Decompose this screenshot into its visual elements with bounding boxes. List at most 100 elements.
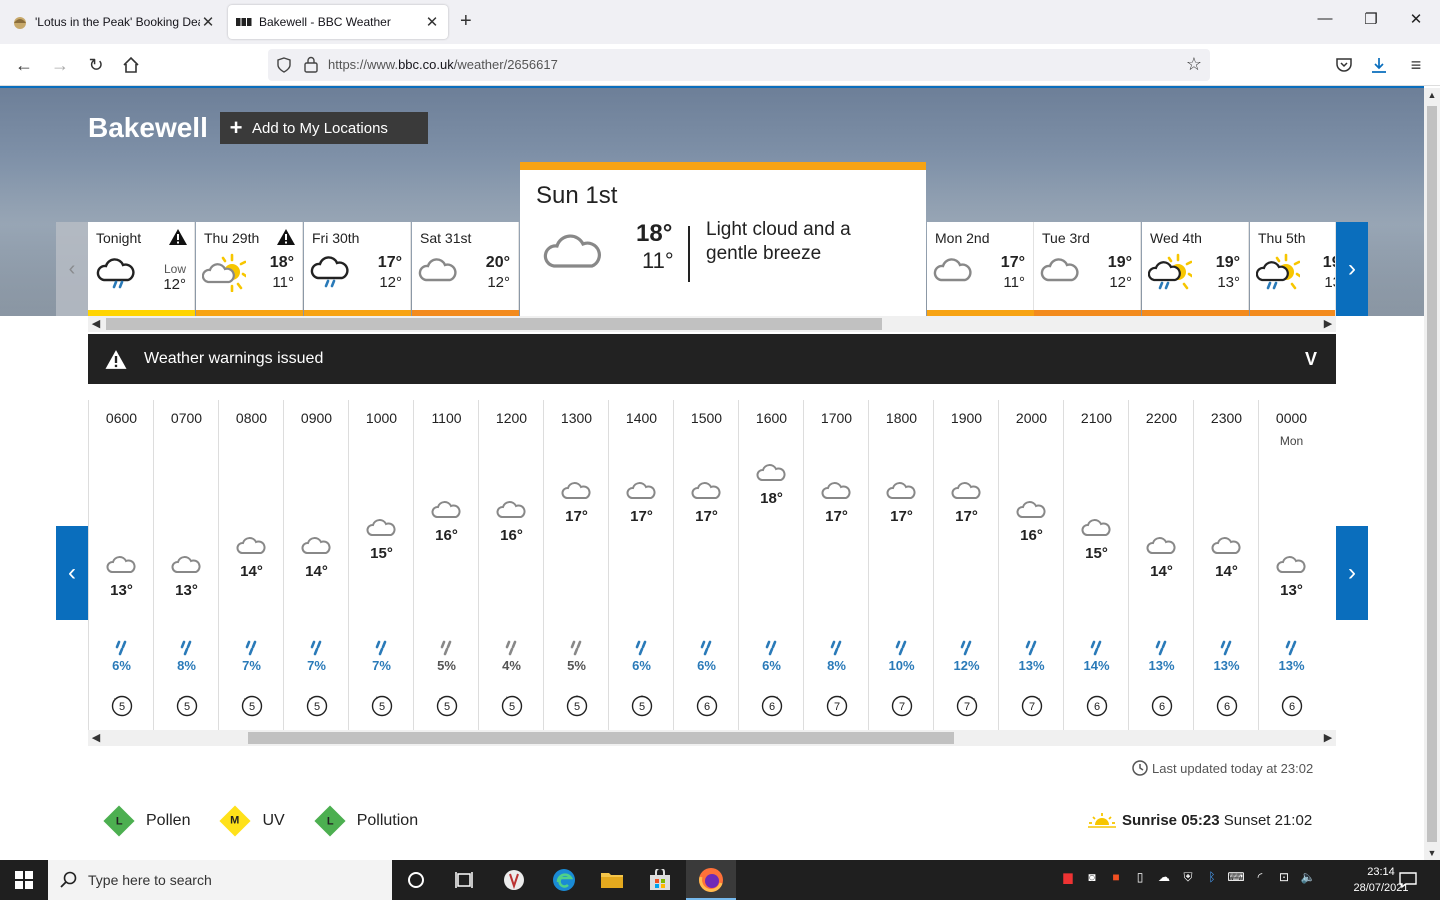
security-icon[interactable]: ⛨ [1176, 870, 1200, 885]
reload-icon[interactable]: ↻ [84, 53, 108, 77]
hour-column[interactable]: 1700 17° 8% 7 [803, 400, 868, 730]
day-tab-fri-30th[interactable]: Fri 30th 17° 12° [304, 222, 411, 316]
chevron-right-icon: › [1348, 559, 1356, 586]
scroll-right-arrow-icon[interactable]: ▶ [1320, 316, 1336, 332]
hour-column[interactable]: 1900 17° 12% 7 [933, 400, 998, 730]
hour-column[interactable]: 1400 17° 6% 5 [608, 400, 673, 730]
day-tab-thu-29th[interactable]: Thu 29th 18° 11° [196, 222, 303, 316]
selected-day-panel[interactable]: Sun 1st 18° 11° Light cloud and a gentle… [520, 162, 926, 316]
hour-column[interactable]: 1800 17° 10% 7 [868, 400, 933, 730]
office-icon[interactable]: ■ [1104, 870, 1128, 885]
home-icon[interactable] [119, 53, 143, 77]
hour-temperature: 17° [890, 508, 913, 526]
tab-bbc-weather[interactable]: Bakewell - BBC Weather ✕ [228, 5, 448, 39]
scrollbar-thumb[interactable] [248, 732, 954, 744]
file-explorer-icon[interactable] [598, 866, 626, 894]
usb-icon[interactable]: ▯ [1128, 870, 1152, 885]
cloud-icon [543, 234, 601, 268]
day-tab-tue-3rd[interactable]: Tue 3rd 19° 12° [1034, 222, 1141, 316]
hourly-scroll-left-button[interactable]: ‹ [56, 526, 88, 620]
scroll-days-left-button[interactable]: ‹ [56, 222, 88, 316]
hour-column[interactable]: 1500 17° 6% 6 [673, 400, 738, 730]
hourly-scroll-right-button[interactable]: › [1336, 526, 1368, 620]
hour-column[interactable]: 1200 16° 4% 5 [478, 400, 543, 730]
downloads-icon[interactable] [1367, 53, 1391, 77]
high-temp: 19° [1215, 254, 1240, 271]
scroll-right-arrow-icon[interactable]: ▶ [1320, 730, 1336, 746]
close-window-icon[interactable]: ✕ [1405, 10, 1427, 28]
cloud-sync-icon[interactable]: ☁ [1152, 870, 1176, 885]
hour-column[interactable]: 1100 16° 5% 5 [413, 400, 478, 730]
volume-icon[interactable]: 🔈 [1296, 870, 1320, 885]
add-to-locations-button[interactable]: + Add to My Locations [220, 112, 428, 144]
pocket-icon[interactable] [1332, 53, 1356, 77]
app-compass-icon[interactable] [500, 866, 528, 894]
hour-column[interactable]: 1300 17° 5% 5 [543, 400, 608, 730]
day-tab-wed-4th[interactable]: Wed 4th 19° 13° [1142, 222, 1249, 316]
day-tab-tonight[interactable]: Tonight Low 12° [88, 222, 195, 316]
bookmark-star-icon[interactable]: ☆ [1186, 54, 1202, 75]
forward-arrow-icon[interactable]: → [48, 53, 72, 77]
day-tab-sat-31st[interactable]: Sat 31st 20° 12° [412, 222, 519, 316]
pollution-index[interactable]: L Pollution [314, 805, 418, 837]
minimize-icon[interactable]: — [1314, 10, 1336, 27]
weather-warnings-bar[interactable]: Weather warnings issued V [88, 334, 1336, 384]
hour-column[interactable]: 2100 15° 14% 6 [1063, 400, 1128, 730]
uv-index[interactable]: M UV [219, 805, 285, 837]
scrollbar-thumb[interactable] [106, 318, 882, 330]
day-tab-thu-5th[interactable]: Thu 5th 19° 13° [1250, 222, 1336, 316]
hour-column[interactable]: 0000 Mon 13° 13% 6 [1258, 400, 1323, 730]
hour-column[interactable]: 2300 14° 13% 6 [1193, 400, 1258, 730]
new-tab-icon[interactable]: + [460, 10, 472, 33]
menu-icon[interactable]: ≡ [1404, 53, 1428, 77]
chevron-down-icon[interactable]: V [1286, 349, 1336, 370]
page-scrollbar[interactable]: ▲ ▼ [1424, 88, 1440, 860]
days-scrollbar[interactable]: ◀ ▶ [88, 316, 1336, 332]
wind-direction-icon: 5 [371, 695, 393, 717]
network-icon[interactable]: ⊡ [1272, 870, 1296, 885]
hour-column[interactable]: 2200 14° 13% 6 [1128, 400, 1193, 730]
hour-column[interactable]: 2000 16° 13% 7 [998, 400, 1063, 730]
rain-chance: 13% [1148, 658, 1175, 673]
cloud-rain-night-icon [96, 258, 135, 289]
close-tab-icon[interactable]: ✕ [424, 13, 440, 31]
hour-column[interactable]: 0600 13° 6% 5 [88, 400, 153, 730]
hour-column[interactable]: 0700 13° 8% 5 [153, 400, 218, 730]
pdf-icon[interactable]: ▆ [1056, 870, 1080, 885]
cloud-icon [626, 482, 656, 500]
day-tab-mon-2nd[interactable]: Mon 2nd 17° 11° [927, 222, 1034, 316]
scroll-down-arrow-icon[interactable]: ▼ [1424, 848, 1440, 858]
hour-column[interactable]: 1600 18° 6% 6 [738, 400, 803, 730]
task-view-icon[interactable] [450, 866, 478, 894]
cortana-icon[interactable] [402, 866, 430, 894]
firefox-taskbar-item[interactable] [686, 860, 736, 900]
close-tab-icon[interactable]: ✕ [200, 13, 216, 31]
scroll-left-arrow-icon[interactable]: ◀ [88, 730, 104, 746]
hour-column[interactable]: 1000 15° 7% 5 [348, 400, 413, 730]
scroll-left-arrow-icon[interactable]: ◀ [88, 316, 104, 332]
high-temp: 19° [1322, 254, 1335, 271]
address-bar[interactable]: https://www.bbc.co.uk/weather/2656617 ☆ [268, 49, 1210, 81]
windows-logo-icon [15, 871, 33, 889]
camera-icon[interactable]: ◙ [1080, 870, 1104, 885]
edge-browser-icon[interactable] [550, 866, 578, 894]
notifications-icon[interactable] [1398, 870, 1418, 890]
input-method-icon[interactable]: ⌨ [1224, 870, 1248, 885]
shield-icon[interactable] [276, 57, 292, 73]
store-icon[interactable] [646, 866, 674, 894]
hour-column[interactable]: 0800 14° 7% 5 [218, 400, 283, 730]
tab-lotus-booking[interactable]: 'Lotus in the Peak' Booking Dea ✕ [4, 5, 224, 39]
taskbar-search[interactable]: Type here to search [48, 860, 392, 900]
lock-icon[interactable] [304, 56, 318, 73]
pollen-index[interactable]: L Pollen [103, 805, 190, 837]
back-arrow-icon[interactable]: ← [12, 53, 36, 77]
hourly-scrollbar[interactable]: ◀ ▶ [88, 730, 1336, 746]
hour-column[interactable]: 0900 14° 7% 5 [283, 400, 348, 730]
wifi-icon[interactable]: ◜ [1248, 870, 1272, 885]
bluetooth-icon[interactable]: ᛒ [1200, 870, 1224, 885]
scrollbar-thumb[interactable] [1427, 106, 1437, 842]
restore-icon[interactable]: ❐ [1360, 10, 1382, 28]
scroll-days-right-button[interactable]: › [1336, 222, 1368, 316]
start-button[interactable] [0, 860, 48, 900]
scroll-up-arrow-icon[interactable]: ▲ [1424, 90, 1440, 100]
